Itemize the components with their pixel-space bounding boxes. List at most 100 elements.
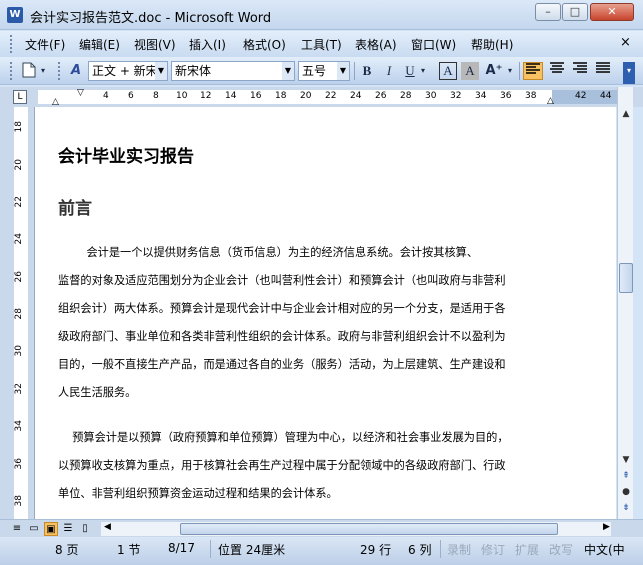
toolbar-grip[interactable] — [10, 62, 13, 80]
overtype-indicator[interactable]: 改写 — [549, 541, 573, 558]
status-page: 8 页 — [55, 543, 79, 557]
justify-icon[interactable] — [593, 62, 613, 80]
text-line[interactable]: 级政府部门、事业单位和各类非营利性组织的会计体系。政府与非营利组织会计不以盈利为 — [58, 323, 506, 351]
menu-edit[interactable]: 编辑(E) — [79, 36, 120, 53]
chevron-down-icon[interactable]: ▼ — [155, 62, 167, 80]
tab-selector[interactable]: L — [13, 90, 27, 104]
character-border-button[interactable]: A — [439, 62, 457, 80]
ruler-tick: 42 — [575, 91, 587, 101]
scroll-up-icon[interactable]: ▲ — [618, 109, 634, 125]
status-position: 位置 24厘米 — [218, 543, 286, 557]
menu-grip[interactable] — [10, 35, 13, 53]
menu-help[interactable]: 帮助(H) — [471, 36, 513, 53]
menu-insert[interactable]: 插入(I) — [189, 36, 226, 53]
toolbar-grip-2[interactable] — [58, 62, 61, 80]
scroll-left-icon[interactable]: ◀ — [104, 522, 111, 532]
vertical-ruler[interactable]: 18 20 22 24 26 28 30 32 34 36 38 — [0, 107, 34, 519]
vruler-tick: 18 — [14, 121, 24, 133]
ruler-tick: 36 — [500, 91, 512, 101]
horizontal-ruler[interactable]: L △ ▽ △ 4 6 8 10 12 14 16 18 20 22 24 26… — [0, 87, 643, 107]
track-changes-indicator[interactable]: 修订 — [481, 541, 505, 558]
language-indicator[interactable]: 中文(中 — [584, 541, 625, 558]
font-select[interactable]: 新宋体 ▼ — [171, 61, 295, 81]
document-page[interactable]: 会计毕业实习报告 前言 会计是一个以提供财务信息（货币信息）为主的经济信息系统。… — [34, 107, 616, 519]
close-button[interactable]: ✕ — [590, 3, 634, 21]
ruler-tick: 10 — [176, 91, 188, 101]
styles-formatting-icon[interactable]: A — [66, 62, 86, 80]
select-browse-object-icon[interactable]: ● — [618, 487, 634, 503]
hanging-indent-marker[interactable]: △ — [52, 97, 59, 107]
new-dropdown-icon[interactable]: ▾ — [38, 62, 48, 80]
paragraph-1[interactable]: 会计是一个以提供财务信息（货币信息）为主的经济信息系统。会计按其核算、 监督的对… — [58, 239, 506, 407]
web-layout-icon[interactable]: ▭ — [27, 522, 41, 536]
scroll-thumb[interactable] — [619, 263, 633, 293]
right-indent-marker[interactable]: △ — [547, 96, 554, 106]
underline-button[interactable]: U — [402, 62, 418, 80]
text-line[interactable]: 单位、非营利组织预算资金运动过程和结果的会计体系。 — [58, 480, 509, 508]
text-line[interactable]: 组织会计）两大体系。预算会计是现代会计中与企业会计相对应的另一个分支，是适用于各 — [58, 295, 506, 323]
text-line[interactable]: 会计是一个以提供财务信息（货币信息）为主的经济信息系统。会计按其核算、 — [58, 239, 506, 267]
align-left-icon[interactable] — [523, 62, 543, 80]
ruler-tick: 34 — [475, 91, 487, 101]
ruler-tick: 4 — [103, 91, 109, 101]
font-size-select[interactable]: 五号 ▼ — [298, 61, 350, 81]
style-value: 正文 + 新宋 — [92, 64, 158, 78]
record-macro-indicator[interactable]: 录制 — [447, 541, 471, 558]
menu-file[interactable]: 文件(F) — [25, 36, 65, 53]
maximize-button[interactable]: □ — [562, 3, 588, 21]
vruler-tick: 30 — [14, 345, 24, 357]
menu-format[interactable]: 格式(O) — [243, 36, 286, 53]
ruler-tick: 16 — [250, 91, 262, 101]
word-app-icon[interactable]: W — [7, 7, 23, 23]
scroll-right-icon[interactable]: ▶ — [603, 522, 610, 532]
text-line[interactable]: 以预算收支核算为重点，用于核算社会再生产过程中属于分配领域中的各级政府部门、行政 — [58, 452, 509, 480]
font-value: 新宋体 — [175, 64, 212, 78]
vertical-scrollbar[interactable]: ▲ ▼ ⇞ ● ⇟ — [617, 87, 633, 519]
menu-view[interactable]: 视图(V) — [134, 36, 176, 53]
scroll-down-icon[interactable]: ▼ — [618, 455, 634, 471]
status-page-of: 8/17 — [168, 541, 195, 555]
document-title[interactable]: 会计毕业实习报告 — [58, 142, 194, 167]
close-document-button[interactable]: × — [620, 35, 631, 50]
text-line[interactable]: 人民生活服务。 — [58, 379, 506, 407]
menu-window[interactable]: 窗口(W) — [411, 36, 456, 53]
ruler-tick: 24 — [350, 91, 362, 101]
normal-view-icon[interactable]: ≡ — [10, 522, 24, 536]
new-document-icon[interactable] — [20, 62, 38, 80]
menu-table[interactable]: 表格(A) — [355, 36, 397, 53]
align-right-icon[interactable] — [570, 62, 590, 80]
scaling-dropdown-icon[interactable]: ▾ — [505, 62, 515, 80]
italic-button[interactable]: I — [380, 62, 398, 80]
hscroll-thumb[interactable] — [180, 523, 558, 535]
first-line-indent-marker[interactable]: ▽ — [77, 88, 84, 98]
print-layout-icon[interactable]: ▣ — [44, 522, 58, 536]
align-center-icon[interactable] — [547, 62, 567, 80]
previous-page-icon[interactable]: ⇞ — [618, 471, 634, 487]
reading-layout-icon[interactable]: ▯ — [78, 522, 92, 536]
title-bar: W 会计实习报告范文.doc - Microsoft Word – □ ✕ — [0, 0, 643, 30]
text-line[interactable]: 目的，一般不直接生产产品，而是通过各自的业务（服务）活动，为上层建筑、生产建设和 — [58, 351, 506, 379]
ruler-tick: 20 — [300, 91, 312, 101]
extend-selection-indicator[interactable]: 扩展 — [515, 541, 539, 558]
vruler-tick: 20 — [14, 159, 24, 171]
paragraph-2[interactable]: 预算会计是以预算（政府预算和单位预算）管理为中心，以经济和社会事业发展为目的， … — [58, 424, 509, 508]
minimize-button[interactable]: – — [535, 3, 561, 21]
menu-tools[interactable]: 工具(T) — [301, 36, 342, 53]
character-scaling-icon[interactable]: A⁺ — [484, 62, 504, 80]
chevron-down-icon[interactable]: ▼ — [337, 62, 349, 80]
status-column: 6 列 — [408, 543, 432, 557]
next-page-icon[interactable]: ⇟ — [618, 503, 634, 519]
ruler-tick: 14 — [225, 91, 237, 101]
character-shading-button[interactable]: A — [461, 62, 479, 80]
underline-dropdown-icon[interactable]: ▾ — [418, 62, 428, 80]
style-select[interactable]: 正文 + 新宋 ▼ — [88, 61, 168, 81]
toolbar-options-icon[interactable]: ▾ — [623, 62, 635, 84]
horizontal-scroll-area: ≡ ▭ ▣ ☰ ▯ ◀ ▶ — [0, 519, 643, 537]
bold-button[interactable]: B — [358, 62, 376, 80]
text-line[interactable]: 预算会计是以预算（政府预算和单位预算）管理为中心，以经济和社会事业发展为目的， — [58, 424, 508, 452]
section-heading[interactable]: 前言 — [58, 194, 92, 219]
outline-view-icon[interactable]: ☰ — [61, 522, 75, 536]
chevron-down-icon[interactable]: ▼ — [282, 62, 294, 80]
text-line[interactable]: 监督的对象及适应范围划分为企业会计（也叫营利性会计）和预算会计（也叫政府与非营利 — [58, 267, 506, 295]
status-bar: 8 页 1 节 8/17 位置 24厘米 29 行 6 列 录制 修订 扩展 改… — [0, 537, 643, 565]
